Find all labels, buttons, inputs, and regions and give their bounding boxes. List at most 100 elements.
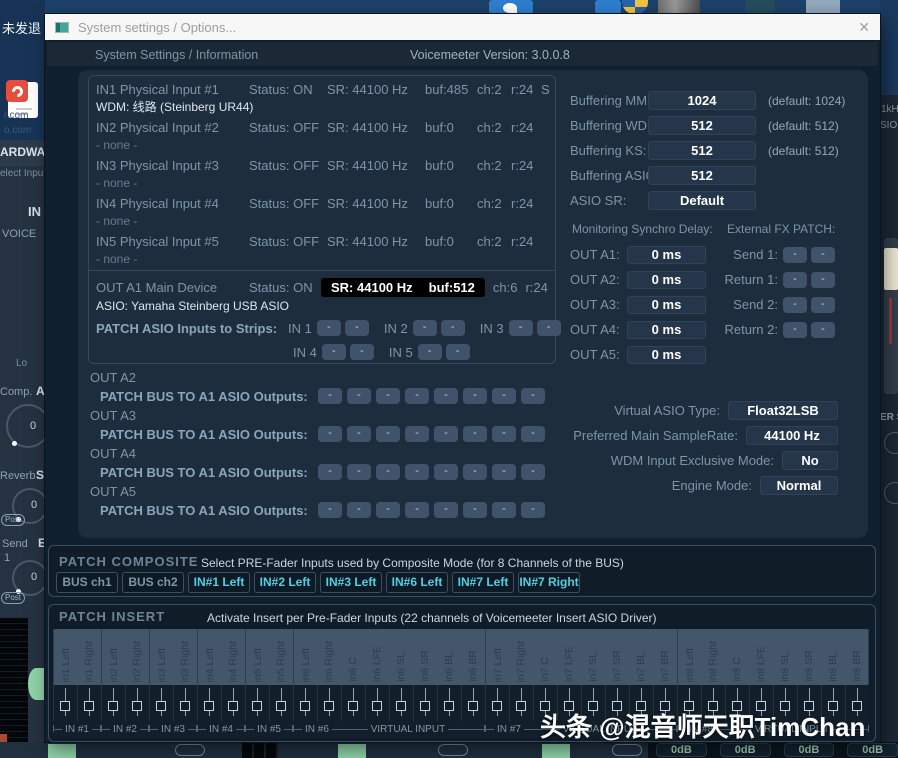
insert-switch[interactable] <box>53 685 77 721</box>
patch-button[interactable]: - <box>783 322 807 338</box>
buffering-value[interactable]: 512 <box>648 166 756 185</box>
option-value[interactable]: 44100 Hz <box>746 426 838 445</box>
insert-switch[interactable] <box>149 685 173 721</box>
patch-button[interactable]: - <box>521 502 545 518</box>
patch-button[interactable]: - <box>405 426 429 442</box>
option-value[interactable]: Normal <box>760 476 838 495</box>
insert-switch[interactable] <box>317 685 341 721</box>
patch-button[interactable]: - <box>347 426 371 442</box>
patch-button[interactable]: - <box>811 297 835 313</box>
buffering-value[interactable]: 1024 <box>648 91 756 110</box>
patch-button[interactable]: - <box>492 388 516 404</box>
device-row[interactable]: IN2 Physical Input #2Status: OFFSR: 4410… <box>96 118 555 137</box>
gain-button[interactable]: 0dB <box>720 743 771 757</box>
buffering-value[interactable]: 512 <box>648 116 756 135</box>
insert-switch[interactable] <box>293 685 317 721</box>
patch-button[interactable]: - <box>521 426 545 442</box>
insert-switch[interactable] <box>197 685 221 721</box>
patch-button[interactable]: - <box>463 426 487 442</box>
insert-switch[interactable] <box>269 685 293 721</box>
patch-button[interactable]: - <box>434 426 458 442</box>
insert-switch[interactable] <box>173 685 197 721</box>
patch-button[interactable]: - <box>318 426 342 442</box>
patch-button[interactable]: - <box>318 388 342 404</box>
patch-button[interactable]: - <box>322 344 346 360</box>
insert-switch[interactable] <box>485 685 509 721</box>
insert-switch[interactable] <box>437 685 461 721</box>
patch-button[interactable]: - <box>783 272 807 288</box>
patch-button[interactable]: - <box>446 344 470 360</box>
insert-switch[interactable] <box>509 685 533 721</box>
device-row[interactable]: IN3 Physical Input #3Status: OFFSR: 4410… <box>96 156 555 175</box>
patch-button[interactable]: - <box>376 502 400 518</box>
patch-button[interactable]: - <box>783 247 807 263</box>
patch-button[interactable]: - <box>811 247 835 263</box>
desktop-icon[interactable] <box>595 0 621 14</box>
patch-button[interactable]: - <box>434 502 458 518</box>
composite-button[interactable]: IN#6 Left <box>386 572 448 593</box>
insert-switch[interactable] <box>413 685 437 721</box>
patch-button[interactable]: - <box>318 502 342 518</box>
insert-switch[interactable] <box>221 685 245 721</box>
post-button[interactable]: Post <box>1 514 25 526</box>
patch-button[interactable]: - <box>376 426 400 442</box>
composite-button[interactable]: IN#2 Left <box>254 572 316 593</box>
out-a1-row[interactable]: OUT A1 Main Device Status: ON SR: 44100 … <box>96 276 555 298</box>
patch-button[interactable]: - <box>492 426 516 442</box>
patch-button[interactable]: - <box>405 502 429 518</box>
patch-button[interactable]: - <box>811 272 835 288</box>
buffering-value[interactable]: 512 <box>648 141 756 160</box>
composite-button[interactable]: BUS ch2 <box>122 572 184 593</box>
delay-value[interactable]: 0 ms <box>627 346 706 364</box>
insert-switch[interactable] <box>77 685 101 721</box>
composite-button[interactable]: IN#3 Left <box>320 572 382 593</box>
post-button[interactable]: Post <box>1 592 25 604</box>
patch-button[interactable]: - <box>492 502 516 518</box>
composite-button[interactable]: IN#7 Right <box>518 572 580 593</box>
patch-button[interactable]: - <box>434 464 458 480</box>
patch-button[interactable]: - <box>405 388 429 404</box>
fader-handle[interactable] <box>884 248 898 290</box>
insert-switch[interactable] <box>125 685 149 721</box>
patch-button[interactable]: - <box>441 320 465 336</box>
patch-button[interactable]: - <box>318 464 342 480</box>
patch-button[interactable]: - <box>350 344 374 360</box>
option-value[interactable]: No <box>782 451 838 470</box>
device-row[interactable]: IN4 Physical Input #4Status: OFFSR: 4410… <box>96 194 555 213</box>
close-icon[interactable]: ✕ <box>858 19 870 36</box>
patch-button[interactable]: - <box>521 464 545 480</box>
patch-button[interactable]: - <box>347 464 371 480</box>
insert-switch[interactable] <box>101 685 125 721</box>
patch-button[interactable]: - <box>521 388 545 404</box>
gain-button[interactable]: 0dB <box>784 743 835 757</box>
composite-button[interactable]: BUS ch1 <box>56 572 118 593</box>
patch-button[interactable]: - <box>509 320 533 336</box>
desktop-icon[interactable] <box>489 0 533 14</box>
patch-button[interactable]: - <box>537 320 561 336</box>
composite-button[interactable]: IN#7 Left <box>452 572 514 593</box>
option-value[interactable]: Float32LSB <box>728 401 838 420</box>
device-row[interactable]: IN5 Physical Input #5Status: OFFSR: 4410… <box>96 232 555 251</box>
insert-switch[interactable] <box>461 685 485 721</box>
composite-button[interactable]: IN#1 Left <box>188 572 250 593</box>
device-row[interactable]: IN1 Physical Input #1Status: ONSR: 44100… <box>96 80 555 99</box>
patch-button[interactable]: - <box>345 320 369 336</box>
gain-button[interactable]: 0dB <box>656 743 707 757</box>
patch-button[interactable]: - <box>492 464 516 480</box>
patch-button[interactable]: - <box>376 388 400 404</box>
patch-button[interactable]: - <box>376 464 400 480</box>
patch-button[interactable]: - <box>418 344 442 360</box>
insert-switch[interactable] <box>365 685 389 721</box>
patch-button[interactable]: - <box>434 388 458 404</box>
patch-button[interactable]: - <box>463 464 487 480</box>
patch-button[interactable]: - <box>347 388 371 404</box>
patch-button[interactable]: - <box>463 388 487 404</box>
patch-button[interactable]: - <box>405 464 429 480</box>
patch-button[interactable]: - <box>317 320 341 336</box>
patch-button[interactable]: - <box>347 502 371 518</box>
desktop-icon[interactable] <box>806 0 840 13</box>
patch-button[interactable]: - <box>783 297 807 313</box>
insert-switch[interactable] <box>389 685 413 721</box>
patch-button[interactable]: - <box>463 502 487 518</box>
gain-button[interactable]: 0dB <box>847 743 898 757</box>
